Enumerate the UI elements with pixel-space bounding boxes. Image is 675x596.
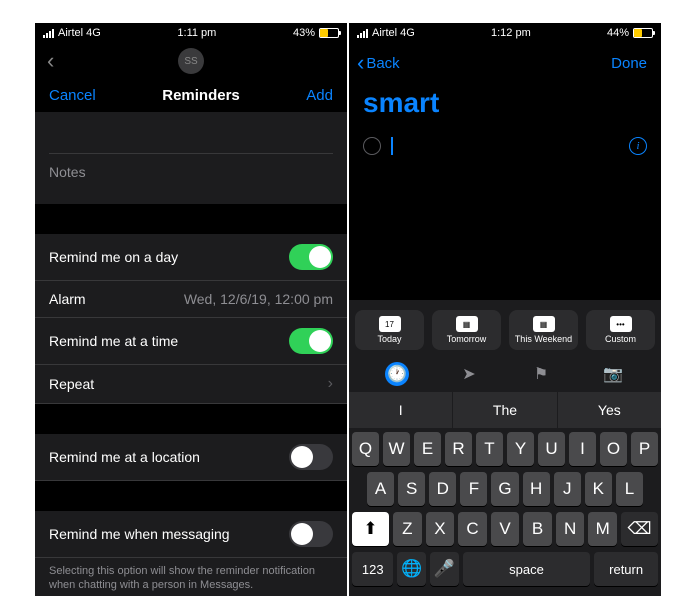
back-chevron-icon[interactable]: ‹ xyxy=(47,48,54,74)
clock: 1:11 pm xyxy=(177,27,216,39)
location-icon[interactable]: ➤ xyxy=(457,362,481,386)
key-z[interactable]: Z xyxy=(393,512,422,546)
remind-on-day-row[interactable]: Remind me on a day xyxy=(35,234,347,281)
chevron-right-icon: › xyxy=(328,375,333,393)
reminder-list-screen: Airtel 4G 1:12 pm 44% ‹ Back Done smart … xyxy=(349,23,661,596)
key-b[interactable]: B xyxy=(523,512,552,546)
suggestion-bar: I The Yes xyxy=(349,392,661,428)
key-g[interactable]: G xyxy=(491,472,518,506)
remind-time-toggle[interactable] xyxy=(289,328,333,354)
keyboard: Q W E R T Y U I O P A S D F G H J K L xyxy=(349,428,661,596)
key-m[interactable]: M xyxy=(588,512,617,546)
quick-custom-button[interactable]: ••• Custom xyxy=(586,310,655,350)
key-j[interactable]: J xyxy=(554,472,581,506)
new-reminder-row[interactable]: i xyxy=(349,129,661,163)
list-title: smart xyxy=(349,83,661,129)
key-a[interactable]: A xyxy=(367,472,394,506)
status-bar: Airtel 4G 1:11 pm 43% xyxy=(35,23,347,43)
calendar-today-icon: 17 xyxy=(379,316,401,332)
backspace-key[interactable]: ⌫ xyxy=(621,512,658,546)
calendar-tomorrow-icon: ▦ xyxy=(456,316,478,332)
key-h[interactable]: H xyxy=(523,472,550,506)
add-button[interactable]: Add xyxy=(306,87,333,104)
key-y[interactable]: Y xyxy=(507,432,534,466)
alarm-row[interactable]: Alarm Wed, 12/6/19, 12:00 pm xyxy=(35,281,347,318)
key-d[interactable]: D xyxy=(429,472,456,506)
signal-icon xyxy=(43,29,54,38)
shift-key[interactable]: ⬆ xyxy=(352,512,389,546)
key-u[interactable]: U xyxy=(538,432,565,466)
quick-tomorrow-button[interactable]: ▦ Tomorrow xyxy=(432,310,501,350)
nav-header: ‹ Back Done xyxy=(349,43,661,83)
toolbar: Cancel Reminders Add xyxy=(35,79,347,112)
return-key[interactable]: return xyxy=(594,552,658,586)
info-icon[interactable]: i xyxy=(629,137,647,155)
done-button[interactable]: Done xyxy=(611,55,647,72)
page-title: Reminders xyxy=(162,87,240,104)
messaging-hint: Selecting this option will show the remi… xyxy=(35,558,347,596)
avatar[interactable]: SS xyxy=(178,48,204,74)
battery-percent: 44% xyxy=(607,27,629,39)
clock: 1:12 pm xyxy=(491,27,531,39)
space-key[interactable]: space xyxy=(463,552,590,586)
cancel-button[interactable]: Cancel xyxy=(49,87,96,104)
key-row-2: A S D F G H J K L xyxy=(352,472,658,506)
title-input[interactable] xyxy=(49,122,333,154)
camera-icon[interactable]: 📷 xyxy=(601,362,625,386)
key-row-1: Q W E R T Y U I O P xyxy=(352,432,658,466)
remind-day-toggle[interactable] xyxy=(289,244,333,270)
remind-at-time-row[interactable]: Remind me at a time xyxy=(35,318,347,365)
key-w[interactable]: W xyxy=(383,432,410,466)
globe-key[interactable]: 🌐 xyxy=(397,552,426,586)
key-s[interactable]: S xyxy=(398,472,425,506)
carrier-label: Airtel 4G xyxy=(58,27,101,39)
remind-messaging-toggle[interactable] xyxy=(289,521,333,547)
flag-icon[interactable]: ⚑ xyxy=(529,362,553,386)
key-n[interactable]: N xyxy=(556,512,585,546)
key-e[interactable]: E xyxy=(414,432,441,466)
battery-percent: 43% xyxy=(293,27,315,39)
key-v[interactable]: V xyxy=(491,512,520,546)
remind-location-toggle[interactable] xyxy=(289,444,333,470)
carrier-label: Airtel 4G xyxy=(372,27,415,39)
status-bar: Airtel 4G 1:12 pm 44% xyxy=(349,23,661,43)
key-o[interactable]: O xyxy=(600,432,627,466)
signal-icon xyxy=(357,29,368,38)
nav-header: ‹ SS xyxy=(35,43,347,79)
calendar-weekend-icon: ▦ xyxy=(533,316,555,332)
ellipsis-icon: ••• xyxy=(610,316,632,332)
key-k[interactable]: K xyxy=(585,472,612,506)
chevron-left-icon: ‹ xyxy=(357,50,364,76)
key-x[interactable]: X xyxy=(426,512,455,546)
notes-input[interactable]: Notes xyxy=(49,154,333,194)
text-cursor xyxy=(391,137,393,155)
key-p[interactable]: P xyxy=(631,432,658,466)
completion-circle-icon[interactable] xyxy=(363,137,381,155)
key-t[interactable]: T xyxy=(476,432,503,466)
key-c[interactable]: C xyxy=(458,512,487,546)
reminder-edit-screen: Airtel 4G 1:11 pm 43% ‹ SS Cancel Remind… xyxy=(35,23,347,596)
key-l[interactable]: L xyxy=(616,472,643,506)
time-icon[interactable]: 🕐 xyxy=(385,362,409,386)
repeat-row[interactable]: Repeat › xyxy=(35,365,347,404)
quick-weekend-button[interactable]: ▦ This Weekend xyxy=(509,310,578,350)
back-button[interactable]: ‹ Back xyxy=(357,50,400,76)
key-row-3: ⬆ Z X C V B N M ⌫ xyxy=(352,512,658,546)
suggestion-2[interactable]: The xyxy=(453,392,557,428)
key-r[interactable]: R xyxy=(445,432,472,466)
battery-icon xyxy=(319,28,339,38)
remind-messaging-row[interactable]: Remind me when messaging xyxy=(35,511,347,558)
numeric-key[interactable]: 123 xyxy=(352,552,393,586)
keyboard-accessory: 17 Today ▦ Tomorrow ▦ This Weekend ••• C… xyxy=(349,300,661,596)
battery-icon xyxy=(633,28,653,38)
quick-today-button[interactable]: 17 Today xyxy=(355,310,424,350)
key-q[interactable]: Q xyxy=(352,432,379,466)
suggestion-1[interactable]: I xyxy=(349,392,453,428)
key-row-4: 123 🌐 🎤 space return xyxy=(352,552,658,586)
suggestion-3[interactable]: Yes xyxy=(558,392,661,428)
mic-key[interactable]: 🎤 xyxy=(430,552,459,586)
key-f[interactable]: F xyxy=(460,472,487,506)
remind-location-row[interactable]: Remind me at a location xyxy=(35,434,347,481)
key-i[interactable]: I xyxy=(569,432,596,466)
